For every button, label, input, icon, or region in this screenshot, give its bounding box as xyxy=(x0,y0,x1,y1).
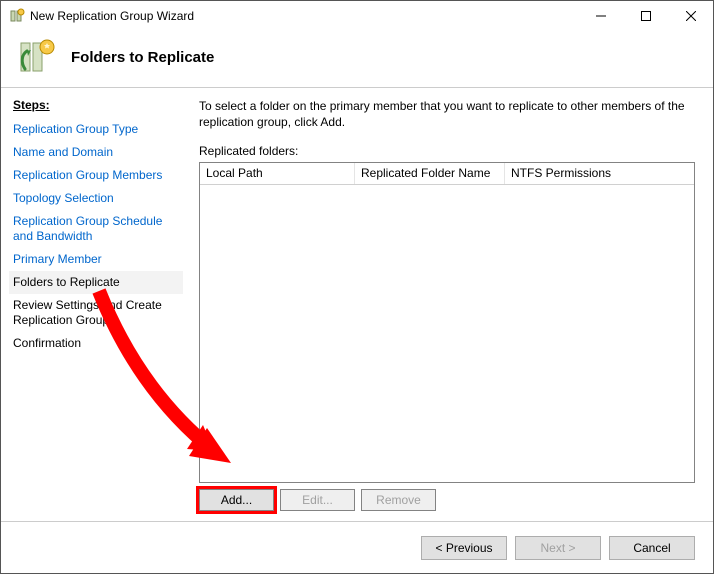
step-name-and-domain[interactable]: Name and Domain xyxy=(13,141,179,164)
steps-label: Steps: xyxy=(13,98,179,112)
close-button[interactable] xyxy=(668,1,713,31)
folder-buttons-row: Add... Edit... Remove xyxy=(199,489,695,511)
column-ntfs-permissions[interactable]: NTFS Permissions xyxy=(505,163,694,184)
window-controls xyxy=(578,1,713,31)
grid-header: Local Path Replicated Folder Name NTFS P… xyxy=(200,163,694,185)
window-title: New Replication Group Wizard xyxy=(25,9,578,23)
wizard-window: New Replication Group Wizard Fol xyxy=(0,0,714,574)
titlebar: New Replication Group Wizard xyxy=(1,1,713,31)
step-confirmation: Confirmation xyxy=(13,332,179,355)
previous-button[interactable]: < Previous xyxy=(421,536,507,560)
edit-button: Edit... xyxy=(280,489,355,511)
step-folders-to-replicate[interactable]: Folders to Replicate xyxy=(9,271,183,294)
minimize-button[interactable] xyxy=(578,1,623,31)
remove-button: Remove xyxy=(361,489,436,511)
step-review-settings: Review Settings and Create Replication G… xyxy=(13,294,179,332)
page-heading: Folders to Replicate xyxy=(71,49,214,66)
column-replicated-folder-name[interactable]: Replicated Folder Name xyxy=(355,163,505,184)
steps-sidebar: Steps: Replication Group Type Name and D… xyxy=(1,88,191,521)
replicated-folders-label: Replicated folders: xyxy=(199,144,695,158)
app-icon xyxy=(9,8,25,24)
step-replication-group-members[interactable]: Replication Group Members xyxy=(13,164,179,187)
step-topology-selection[interactable]: Topology Selection xyxy=(13,187,179,210)
wizard-body: Steps: Replication Group Type Name and D… xyxy=(1,88,713,521)
instruction-text: To select a folder on the primary member… xyxy=(199,98,695,130)
wizard-header: Folders to Replicate xyxy=(1,31,713,88)
add-button[interactable]: Add... xyxy=(199,489,274,511)
replicated-folders-grid[interactable]: Local Path Replicated Folder Name NTFS P… xyxy=(199,162,695,483)
column-local-path[interactable]: Local Path xyxy=(200,163,355,184)
next-button: Next > xyxy=(515,536,601,560)
step-schedule-and-bandwidth[interactable]: Replication Group Schedule and Bandwidth xyxy=(13,210,179,248)
step-primary-member[interactable]: Primary Member xyxy=(13,248,179,271)
maximize-button[interactable] xyxy=(623,1,668,31)
wizard-footer: < Previous Next > Cancel xyxy=(1,521,713,573)
cancel-button[interactable]: Cancel xyxy=(609,536,695,560)
main-panel: To select a folder on the primary member… xyxy=(191,88,713,521)
step-replication-group-type[interactable]: Replication Group Type xyxy=(13,118,179,141)
wizard-icon xyxy=(17,37,57,77)
